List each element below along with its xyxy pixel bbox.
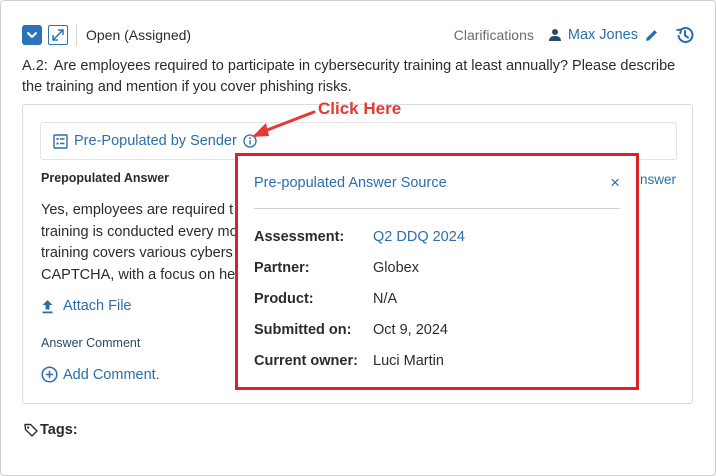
assessment-link[interactable]: Q2 DDQ 2024	[373, 229, 465, 245]
row-key: Assessment:	[254, 229, 345, 245]
question-body: Are employees required to participate in…	[22, 58, 676, 95]
popup-row-product: Product: N/A	[254, 291, 397, 307]
expand-icon	[52, 29, 64, 41]
popup-divider	[254, 208, 620, 209]
upload-icon	[41, 298, 55, 314]
attach-file-label[interactable]: Attach File	[63, 298, 132, 314]
user-icon	[548, 28, 562, 42]
row-key: Partner:	[254, 260, 310, 276]
arrow-icon	[252, 110, 316, 137]
status-label: Open (Assigned)	[86, 27, 192, 43]
row-value: Luci Martin	[373, 353, 444, 369]
expand-button[interactable]	[48, 25, 68, 45]
chevron-down-icon	[27, 32, 37, 38]
popup-row-owner: Current owner: Luci Martin	[254, 353, 444, 369]
tags-label: Tags:	[40, 422, 78, 438]
answer-action-link[interactable]: nswer	[640, 172, 676, 187]
plus-circle-icon	[41, 366, 58, 383]
tags-row: Tags:	[24, 422, 78, 438]
tag-icon	[24, 423, 38, 437]
question-number: A.2:	[22, 58, 48, 74]
list-icon	[53, 133, 68, 149]
question-text: A.2: Are employees required to participat…	[22, 56, 694, 98]
prepopulated-label[interactable]: Pre-Populated by Sender	[74, 133, 237, 149]
row-value: Oct 9, 2024	[373, 322, 448, 338]
click-here-callout: Click Here	[318, 99, 402, 118]
answer-comment-label: Answer Comment	[41, 336, 141, 350]
prepopulated-answer-label: Prepopulated Answer	[41, 171, 170, 185]
attach-file-button[interactable]: Attach File	[41, 298, 132, 314]
divider	[76, 24, 77, 46]
row-key: Submitted on:	[254, 322, 352, 338]
pencil-icon[interactable]	[644, 27, 660, 43]
popup-row-submitted: Submitted on: Oct 9, 2024	[254, 322, 448, 338]
popup-title: Pre-populated Answer Source	[254, 175, 447, 191]
row-value: Globex	[373, 260, 419, 276]
history-icon[interactable]	[674, 24, 696, 46]
add-comment-button[interactable]: Add Comment.	[41, 366, 160, 383]
clarifications-link[interactable]: Clarifications	[454, 27, 534, 43]
row-value: N/A	[373, 291, 398, 307]
popup-row-assessment: Assessment: Q2 DDQ 2024	[254, 229, 465, 245]
owner-name-link[interactable]: Max Jones	[568, 27, 638, 43]
answer-source-popup: Pre-populated Answer Source × Assessment…	[235, 153, 639, 390]
close-icon[interactable]: ×	[610, 174, 620, 191]
collapse-toggle-button[interactable]	[22, 25, 42, 45]
popup-row-partner: Partner: Globex	[254, 260, 419, 276]
add-comment-label[interactable]: Add Comment.	[63, 367, 160, 383]
question-header: Open (Assigned) Clarifications Max Jones	[22, 22, 696, 48]
row-key: Current owner:	[254, 353, 358, 369]
row-key: Product:	[254, 291, 314, 307]
